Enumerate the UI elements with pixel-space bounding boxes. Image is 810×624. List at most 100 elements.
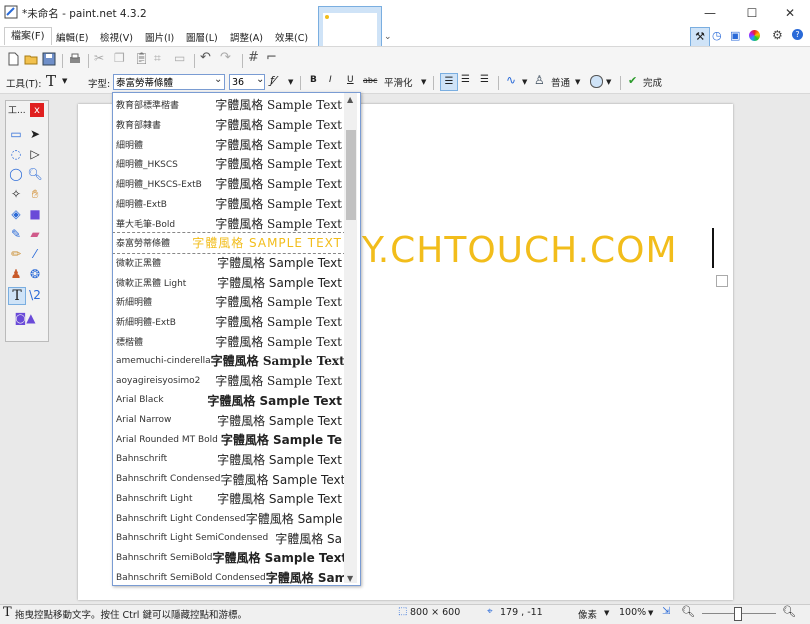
units-select[interactable]: 像素 <box>578 607 597 621</box>
font-rendering-icon[interactable]: ƒ⁄ <box>270 74 276 87</box>
maximize-button[interactable]: ☐ <box>732 0 772 26</box>
font-list-item[interactable]: Bahnschrift SemiBold 字體風格 Sample Text <box>113 548 345 568</box>
settings-gear-icon[interactable]: ⚙ <box>772 28 783 42</box>
crop-icon[interactable]: ⌗ <box>154 51 161 66</box>
paintbrush-icon[interactable]: ✎ <box>8 226 24 242</box>
history-window-icon[interactable]: ◷ <box>712 29 722 42</box>
align-center-icon[interactable]: ☰ <box>461 74 470 85</box>
shapes-icon[interactable]: ◙▲ <box>14 310 36 326</box>
font-list-item[interactable]: Arial Black 字體風格 Sample Text <box>113 391 345 411</box>
antialiasing-select[interactable]: 平滑化 <box>384 75 413 89</box>
new-file-icon[interactable] <box>6 52 20 66</box>
menu-adjustments[interactable]: 調整(A) <box>230 30 263 44</box>
print-icon[interactable] <box>68 52 82 66</box>
color-picker-icon[interactable]: ⁄ <box>27 246 43 262</box>
zoom-icon[interactable]: 🔍︎ <box>27 166 43 182</box>
finish-button[interactable]: 完成 <box>643 75 662 89</box>
rendering-dropdown-icon[interactable]: ▼ <box>288 78 293 86</box>
tool-dropdown-icon[interactable]: ▼ <box>62 77 67 85</box>
close-window-button[interactable]: ✕ <box>770 0 810 26</box>
menu-edit[interactable]: 編輯(E) <box>56 30 88 44</box>
italic-button[interactable]: I <box>329 75 332 85</box>
recolor-icon[interactable]: ❂ <box>27 266 43 282</box>
font-list-item[interactable]: 新細明體 字體風格 Sample Text <box>113 292 345 312</box>
grid-icon[interactable]: # <box>248 50 259 65</box>
finish-check-icon[interactable]: ✔ <box>628 74 637 87</box>
font-list-item[interactable]: 教育部標準楷書 字體風格 Sample Text <box>113 95 345 115</box>
font-list-item[interactable]: 標楷體 字體風格 Sample Text <box>113 331 345 351</box>
menu-view[interactable]: 檢視(V) <box>100 30 133 44</box>
menu-image[interactable]: 圖片(I) <box>145 30 174 44</box>
font-list-item[interactable]: Bahnschrift Light SemiCondensed 字體風格 Sa <box>113 528 345 548</box>
magic-wand-icon[interactable]: ✧ <box>8 186 24 202</box>
font-list-item[interactable]: 細明體_HKSCS 字體風格 Sample Text <box>113 154 345 174</box>
gradient-icon[interactable]: ■ <box>27 206 43 222</box>
move-selection-icon[interactable]: ➤ <box>27 126 43 142</box>
tools-window-icon[interactable]: ⚒ <box>690 27 710 47</box>
bold-button[interactable]: B <box>310 75 317 85</box>
paint-bucket-icon[interactable]: ◈ <box>8 206 24 222</box>
menu-effects[interactable]: 效果(C) <box>275 30 308 44</box>
font-list-item[interactable]: Bahnschrift Condensed 字體風格 Sample Text <box>113 469 345 489</box>
tools-panel-close-button[interactable]: x <box>30 103 44 117</box>
redo-icon[interactable]: ↷ <box>220 50 231 65</box>
font-dropdown-list[interactable]: 教育部標準楷書 字體風格 Sample Text 教育部隸書 字體風格 Sample … <box>112 92 361 586</box>
thumbnail-dropdown-icon[interactable]: ⌄ <box>384 32 392 42</box>
font-list-item[interactable]: Arial Narrow 字體風格 Sample Text <box>113 410 345 430</box>
font-family-select[interactable] <box>113 74 225 90</box>
font-list-item[interactable]: Bahnschrift Light Condensed 字體風格 Sample T <box>113 509 345 529</box>
font-list-item[interactable]: Bahnschrift Light 字體風格 Sample Text <box>113 489 345 509</box>
font-list-item[interactable]: 微軟正黑體 字體風格 Sample Text <box>113 253 345 273</box>
text-tool-icon[interactable]: T <box>46 72 56 90</box>
zoom-to-window-icon[interactable]: ⇲ <box>662 606 670 617</box>
underline-button[interactable]: U <box>347 75 354 85</box>
font-list-item[interactable]: Bahnschrift 字體風格 Sample Text <box>113 450 345 470</box>
clipping-dropdown-icon[interactable]: ▼ <box>606 78 611 86</box>
font-list-item[interactable]: 微軟正黑體 Light 字體風格 Sample Text <box>113 272 345 292</box>
text-move-handle[interactable] <box>716 275 728 287</box>
align-left-icon[interactable]: ☰ <box>440 73 458 91</box>
antialiasing-dropdown-icon[interactable]: ▼ <box>421 78 426 86</box>
font-list-item[interactable]: aoyagireisyosimo2 字體風格 Sample Text <box>113 371 345 391</box>
font-list-item[interactable]: 細明體 字體風格 Sample Text <box>113 134 345 154</box>
undo-icon[interactable]: ↶ <box>200 50 211 65</box>
scroll-down-arrow-icon[interactable]: ▼ <box>347 574 353 583</box>
blend-mode-icon[interactable]: ♙ <box>534 73 545 87</box>
font-list-item[interactable]: Arial Rounded MT Bold 字體風格 Sample Te <box>113 430 345 450</box>
line-curve-icon[interactable]: \2 <box>27 287 43 303</box>
font-list-item[interactable]: 細明體-ExtB 字體風格 Sample Text <box>113 194 345 214</box>
blend-mode-select[interactable]: 普通 <box>551 75 570 89</box>
cut-icon[interactable]: ✂ <box>94 51 104 65</box>
text-tool-selected-icon[interactable]: T <box>8 287 26 305</box>
stroke-dropdown-icon[interactable]: ▼ <box>522 78 527 86</box>
font-list-item[interactable]: 教育部隸書 字體風格 Sample Text <box>113 115 345 135</box>
font-list-item[interactable]: amemuchi-cinderella 字體風格 Sample Text <box>113 351 345 371</box>
font-list-item[interactable]: 華大毛筆-Bold 字體風格 Sample Text <box>113 213 345 233</box>
zoom-slider-thumb[interactable] <box>734 607 742 621</box>
shape-stroke-icon[interactable]: ∿ <box>506 73 516 87</box>
menu-file[interactable]: 檔案(F) <box>4 27 52 45</box>
pan-hand-icon[interactable]: ✋︎ <box>27 186 43 202</box>
align-right-icon[interactable]: ☰ <box>480 74 489 85</box>
font-dropdown-chevron-icon[interactable]: ⌄ <box>214 74 222 85</box>
blend-dropdown-icon[interactable]: ▼ <box>575 78 580 86</box>
clone-stamp-icon[interactable]: ♟ <box>8 266 24 282</box>
colors-window-icon[interactable] <box>749 30 760 41</box>
menu-layers[interactable]: 圖層(L) <box>186 30 218 44</box>
zoom-in-icon[interactable]: 🔍︎ <box>782 605 796 618</box>
deselect-icon[interactable]: ▭ <box>174 51 185 65</box>
size-dropdown-chevron-icon[interactable]: ⌄ <box>256 74 264 85</box>
copy-icon[interactable]: ❐ <box>114 51 125 65</box>
save-icon[interactable] <box>42 52 56 66</box>
strikethrough-button[interactable]: abc <box>363 76 377 85</box>
layers-window-icon[interactable]: ▣ <box>730 29 740 42</box>
ruler-icon[interactable]: ⌐ <box>266 50 277 65</box>
font-list-scrollbar-thumb[interactable] <box>346 130 356 220</box>
font-list-item[interactable]: 新細明體-ExtB 字體風格 Sample Text <box>113 312 345 332</box>
eraser-icon[interactable]: ▰ <box>27 226 43 242</box>
selection-clipping-icon[interactable] <box>590 75 603 88</box>
font-list-item[interactable]: Bahnschrift SemiBold Condensed 字體風格 Sam <box>113 568 345 585</box>
lasso-select-icon[interactable]: ◌ <box>8 146 24 162</box>
canvas-text[interactable]: Y.CHTOUCH.COM <box>362 230 678 271</box>
rectangle-select-icon[interactable]: ▭ <box>8 126 24 142</box>
